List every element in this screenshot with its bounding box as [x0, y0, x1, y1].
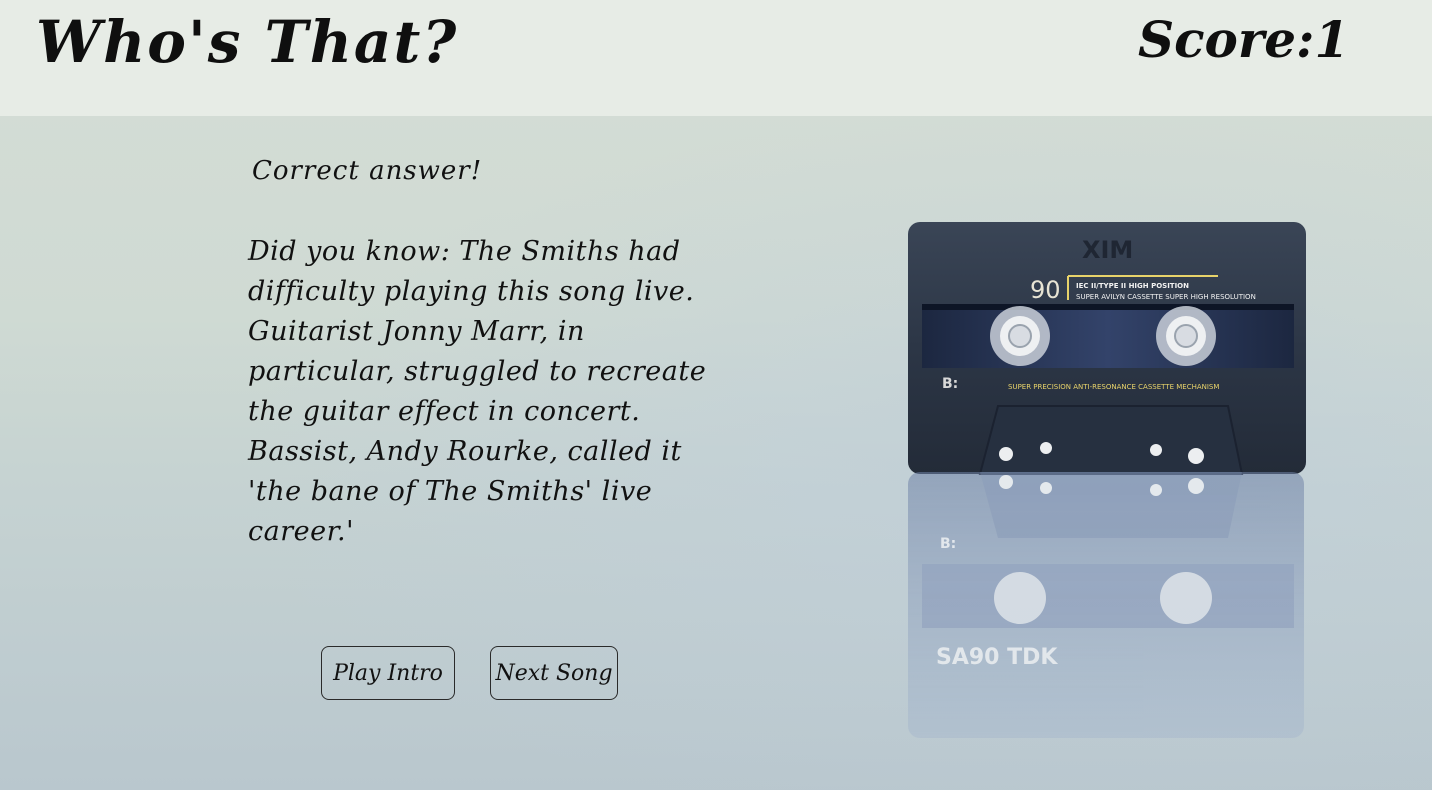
play-intro-button[interactable]: Play Intro — [321, 646, 455, 700]
top-bar: Who's That? Score:1 — [0, 0, 1432, 116]
cassette-side: B: — [942, 376, 958, 392]
cassette-brand: XIM — [1082, 236, 1133, 264]
left-hub — [990, 306, 1050, 366]
cassette-mechanism: SUPER PRECISION ANTI-RESONANCE CASSETTE … — [1008, 383, 1219, 391]
result-message: Correct answer! — [252, 156, 483, 186]
cassette-image: XIM 90 IEC II/TYPE II HIGH POSITION SUPE… — [900, 218, 1312, 738]
reflection-text: SA90 TDK — [936, 645, 1058, 670]
cassette-type-line2: SUPER AVILYN CASSETTE SUPER HIGH RESOLUT… — [1076, 293, 1256, 301]
app-title: Who's That? — [36, 8, 459, 76]
cassette-length: 90 — [1030, 276, 1061, 304]
song-fact-text: Did you know: The Smiths had difficulty … — [248, 236, 707, 547]
cassette-type-line1: IEC II/TYPE II HIGH POSITION — [1076, 282, 1189, 290]
score-display: Score:1 — [1138, 10, 1350, 69]
cassette-reflection: B: SA90 TDK — [908, 472, 1304, 738]
svg-text:B:: B: — [940, 536, 956, 552]
next-song-button[interactable]: Next Song — [490, 646, 618, 700]
cassette-body: XIM 90 IEC II/TYPE II HIGH POSITION SUPE… — [908, 222, 1306, 475]
right-hub — [1156, 306, 1216, 366]
